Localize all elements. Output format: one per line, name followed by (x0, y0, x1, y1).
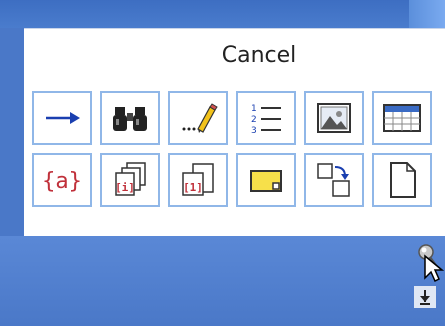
tile-yellow-frame[interactable] (236, 153, 296, 207)
scroll-handle[interactable] (412, 240, 445, 326)
document-index-icon: [1] (179, 161, 217, 199)
arrow-right-icon (42, 108, 82, 128)
window-background-top (0, 0, 445, 28)
popup-panel: Cancel 1 2 3 {a} [i] [1] (24, 28, 445, 237)
tile-table[interactable] (372, 91, 432, 145)
table-icon (382, 103, 422, 133)
tile-swap-frames[interactable] (304, 153, 364, 207)
popup-title: Cancel (221, 43, 297, 68)
field-code-icon: {a} (40, 163, 84, 197)
svg-text:3: 3 (251, 126, 257, 135)
tile-numbered-list[interactable]: 1 2 3 (236, 91, 296, 145)
tile-arrow-right[interactable] (32, 91, 92, 145)
signature-pencil-icon (178, 101, 218, 135)
svg-text:{a}: {a} (42, 169, 82, 194)
tile-blank-page[interactable] (372, 153, 432, 207)
svg-text:[1]: [1] (183, 181, 203, 194)
binoculars-icon (111, 103, 149, 133)
image-icon (315, 101, 353, 135)
stacked-documents-icon: [i] (110, 161, 150, 199)
tile-field-code[interactable]: {a} (32, 153, 92, 207)
tile-signature-pencil[interactable] (168, 91, 228, 145)
blank-page-icon (385, 160, 419, 200)
svg-text:2: 2 (251, 115, 257, 125)
tile-image[interactable] (304, 91, 364, 145)
tile-binoculars[interactable] (100, 91, 160, 145)
window-background-bottom (0, 236, 445, 326)
tile-document-index[interactable]: [1] (168, 153, 228, 207)
tile-stacked-documents[interactable]: [i] (100, 153, 160, 207)
yellow-frame-icon (247, 165, 285, 195)
svg-text:[i]: [i] (115, 181, 135, 194)
swap-frames-icon (315, 161, 353, 199)
svg-text:1: 1 (251, 104, 257, 114)
numbered-list-icon: 1 2 3 (248, 101, 284, 135)
